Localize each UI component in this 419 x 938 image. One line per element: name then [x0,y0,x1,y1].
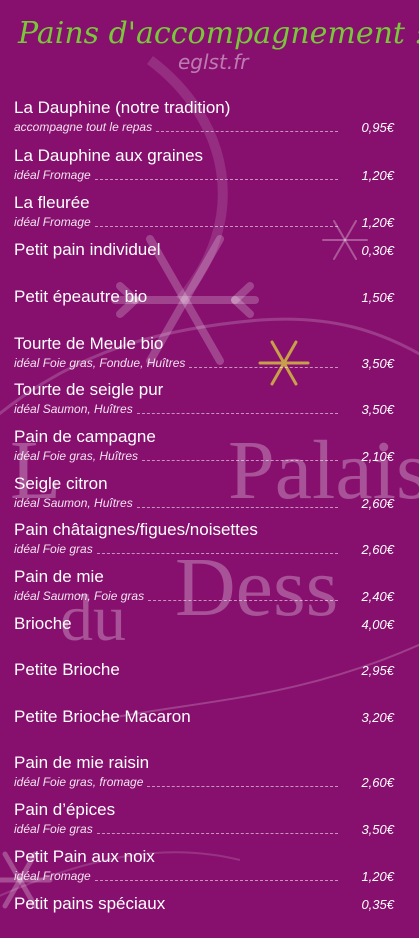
leader-dots [156,131,338,132]
menu-item-price: 0,35€ [361,897,394,912]
menu-item-price: 0,30€ [361,243,394,258]
decorative-background: Palais du Dess L [0,56,419,909]
menu-item-description: idéal Foie gras, fromage [14,775,144,789]
menu-item: Petit épeautre bio 1,50€ [14,287,394,327]
menu-item-description: idéal Foie gras [14,542,93,556]
leader-dots [189,367,338,368]
menu-item: La Dauphine aux graines idéal Fromage 1,20… [14,146,394,186]
menu-item: La fleurée idéal Fromage 1,20€ [14,193,394,233]
menu-item-description: idéal Fromage [14,168,91,182]
menu-item: Pain de mie idéal Saumon, Foie gras 2,40€ [14,567,394,607]
menu-item-price: 2,60€ [361,775,394,790]
menu-item: Pain d’épices idéal Foie gras 3,50€ [14,800,394,840]
menu-item-price: 3,20€ [361,710,394,725]
menu-item-name: Pain de mie [14,567,104,586]
menu-item-name: Pain de campagne [14,427,156,446]
menu-item-price: 3,50€ [361,822,394,837]
menu-item-name: Petit Pain aux noix [14,847,155,866]
menu-item-price: 1,20€ [361,869,394,884]
menu-item-price: 3,50€ [361,402,394,417]
leader-dots [94,179,338,180]
menu-item-price: 0,95€ [361,120,394,135]
menu-item-name: Pain châtaignes/figues/noisettes [14,520,258,539]
menu-item-name: Petite Brioche [14,660,120,679]
menu-item: La Dauphine (notre tradition) accompagne … [14,98,394,138]
menu-item-price: 2,40€ [361,589,394,604]
leader-dots [136,507,338,508]
menu-item-price: 1,20€ [361,215,394,230]
menu-item-name: La fleurée [14,193,90,212]
menu-item: Petite Brioche 2,95€ [14,660,394,700]
menu-item-name: Seigle citron [14,474,108,493]
leader-dots [94,880,338,881]
leader-dots [147,786,338,787]
menu-item-price: 1,50€ [361,290,394,305]
menu-item-description: idéal Foie gras, Huîtres [14,449,139,463]
menu-item-description: idéal Fromage [14,215,91,229]
leader-dots [96,553,338,554]
menu-item-description: accompagne tout le repas [14,120,153,134]
watermark-text: eglst.fr [178,50,249,74]
menu-item-name: Petit pains spéciaux [14,894,166,913]
menu-item-name: Tourte de Meule bio [14,334,164,353]
menu-item-description: idéal Foie gras, Fondue, Huîtres [14,356,186,370]
menu-item-description: idéal Saumon, Foie gras [14,589,145,603]
menu-item-price: 4,00€ [361,617,394,632]
menu-item: Tourte de seigle pur idéal Saumon, Huître… [14,380,394,420]
menu-item-description: idéal Foie gras [14,822,93,836]
leader-dots [94,226,338,227]
menu-item-name: Pain d’épices [14,800,116,819]
menu-item: Petit Pain aux noix idéal Fromage 1,20€ [14,847,394,887]
menu-item-name: La Dauphine aux graines [14,146,204,165]
leader-dots [142,460,338,461]
menu-item: Pain châtaignes/figues/noisettes idéal Fo… [14,520,394,560]
menu-item-name: La Dauphine (notre tradition) [14,98,231,117]
menu-item: Petit pains spéciaux 0,35€ [14,894,394,934]
menu-item-description: idéal Saumon, Huîtres [14,402,133,416]
menu-item-price: 2,10€ [361,449,394,464]
menu-item-name: Brioche [14,614,72,633]
menu-item: Pain de campagne idéal Foie gras, Huîtres… [14,427,394,467]
menu-item-price: 3,50€ [361,356,394,371]
menu-item-name: Petite Brioche Macaron [14,707,191,726]
menu-item-price: 2,95€ [361,663,394,678]
menu-item: Seigle citron idéal Saumon, Huîtres 2,60€ [14,474,394,514]
leader-dots [96,833,338,834]
leader-dots [148,600,338,601]
menu-item-price: 1,20€ [361,168,394,183]
menu-item: Tourte de Meule bio idéal Foie gras, Fond… [14,334,394,374]
menu-item-price: 2,60€ [361,496,394,511]
menu-item-name: Tourte de seigle pur [14,380,164,399]
menu-item: Brioche 4,00€ [14,614,394,654]
menu-item-name: Petit épeautre bio [14,287,148,306]
menu-item: Petite Brioche Macaron 3,20€ [14,707,394,747]
menu-item-name: Pain de mie raisin [14,753,150,772]
menu-item: Petit pain individuel 0,30€ [14,240,394,280]
menu-item-description: idéal Fromage [14,869,91,883]
leader-dots [136,413,338,414]
menu-item-name: Petit pain individuel [14,240,161,259]
menu-item-price: 2,60€ [361,542,394,557]
menu-item: Pain de mie raisin idéal Foie gras, froma… [14,753,394,793]
menu-item-description: idéal Saumon, Huîtres [14,496,133,510]
